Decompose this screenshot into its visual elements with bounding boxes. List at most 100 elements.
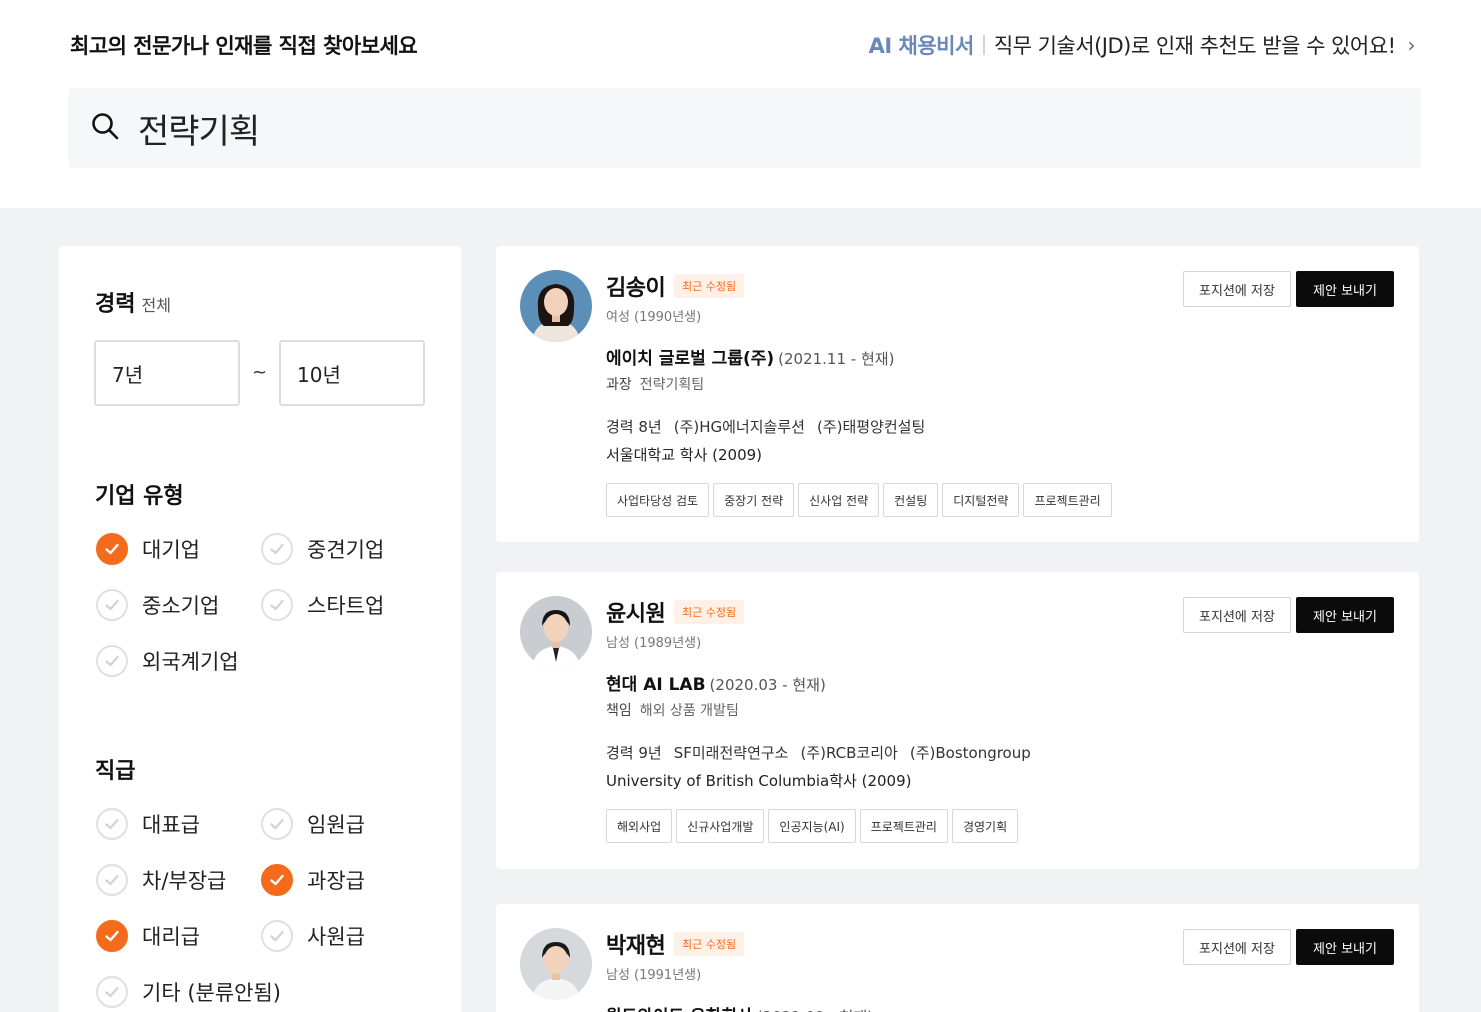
send-offer-button[interactable]: 제안 보내기	[1296, 271, 1394, 307]
avatar	[520, 928, 592, 1000]
filter-option[interactable]: 중소기업	[96, 589, 219, 621]
unchecked-circle-icon[interactable]	[96, 589, 128, 621]
career-summary: 경력 8년 (주)HG에너지솔루션 (주)태평양컨설팅	[606, 416, 949, 437]
filter-option-label: 사원급	[307, 925, 365, 949]
skill-tag: 프로젝트관리	[1023, 483, 1112, 517]
filter-option[interactable]: 사원급	[261, 920, 365, 952]
candidate-card[interactable]: 윤시원 최근 수정됨 남성 (1989년생) 포지션에 저장 제안 보내기 현대 AI L…	[496, 572, 1419, 869]
unchecked-circle-icon[interactable]	[261, 808, 293, 840]
career-years: 경력 8년	[606, 418, 662, 436]
filter-option[interactable]: 대기업	[96, 533, 200, 565]
search-icon	[90, 111, 120, 145]
department: 전략기획팀	[639, 377, 705, 393]
filter-option-label: 과장급	[307, 869, 365, 893]
recently-updated-badge: 최근 수정됨	[674, 932, 745, 956]
experience-sub: 전체	[141, 296, 171, 315]
avatar	[520, 270, 592, 342]
candidate-gender-birth: 여성 (1990년생)	[606, 310, 702, 325]
divider	[982, 35, 985, 55]
filter-option-label: 스타트업	[307, 594, 385, 618]
unchecked-circle-icon[interactable]	[261, 920, 293, 952]
skill-tag: 인공지능(AI)	[768, 809, 856, 843]
skill-tag: 신규사업개발	[676, 809, 765, 843]
filter-option[interactable]: 과장급	[261, 864, 365, 896]
avatar	[520, 596, 592, 668]
company-name: 월드와이드 유한회사	[606, 1007, 753, 1012]
ai-recruiter-link[interactable]: AI 채용비서 직무 기술서(JD)로 인재 추천도 받을 수 있어요! ›	[868, 30, 1416, 60]
send-offer-button[interactable]: 제안 보내기	[1296, 597, 1394, 633]
filter-option[interactable]: 중견기업	[261, 533, 384, 565]
current-company: 에이치 글로벌 그룹(주) (2021.11 - 현재)	[606, 344, 894, 369]
job-role: 과장 전략기획팀	[606, 374, 704, 394]
filter-option[interactable]: 스타트업	[261, 589, 384, 621]
department: 해외 상품 개발팀	[639, 703, 739, 719]
unchecked-circle-icon[interactable]	[96, 645, 128, 677]
filter-option[interactable]: 대표급	[96, 808, 200, 840]
previous-company: (주)RCB코리아	[800, 744, 898, 762]
filter-option[interactable]: 대리급	[96, 920, 200, 952]
candidate-name[interactable]: 윤시원	[606, 596, 666, 628]
previous-company: (주)Bostongroup	[909, 744, 1031, 762]
filter-option[interactable]: 기타 (분류안됨)	[96, 976, 281, 1008]
filter-option-label: 대리급	[142, 925, 200, 949]
skill-tag: 경영기획	[951, 809, 1019, 843]
education: 서울대학교 학사 (2009)	[606, 446, 763, 464]
skill-tag: 사업타당성 검토	[606, 483, 710, 517]
previous-company: (주)태평양컨설팅	[816, 418, 926, 436]
checked-circle-icon[interactable]	[96, 920, 128, 952]
skill-tags: 해외사업 신규사업개발 인공지능(AI) 프로젝트관리 경영기획	[606, 809, 1022, 843]
experience-filter-title: 경력 전체	[95, 286, 171, 318]
experience-min-input[interactable]: 7년	[94, 340, 240, 406]
skill-tag: 디지털전략	[942, 483, 1020, 517]
save-to-position-button[interactable]: 포지션에 저장	[1183, 597, 1291, 633]
unchecked-circle-icon[interactable]	[96, 808, 128, 840]
send-offer-button[interactable]: 제안 보내기	[1296, 929, 1394, 965]
employment-period: (2021.09 - 현재)	[757, 1008, 873, 1012]
filter-option[interactable]: 차/부장급	[96, 864, 226, 896]
save-to-position-button[interactable]: 포지션에 저장	[1183, 929, 1291, 965]
filter-option-label: 대기업	[142, 538, 200, 562]
filter-option-label: 차/부장급	[142, 869, 227, 893]
filter-sidebar: 경력 전체 7년 ~ 10년 기업 유형 대기업 중견기업 중소기업 스타트업 외국계기업…	[59, 246, 461, 1012]
career-summary: 경력 9년 SF미래전략연구소 (주)RCB코리아 (주)Bostongroup	[606, 742, 1043, 763]
company-name: 에이치 글로벌 그룹(주)	[606, 349, 775, 369]
career-years: 경력 9년	[606, 744, 662, 762]
position-title: 직급	[95, 759, 136, 784]
unchecked-circle-icon[interactable]	[96, 864, 128, 896]
skill-tag: 중장기 전략	[713, 483, 795, 517]
candidate-card[interactable]: 김송이 최근 수정됨여성 (1990년생) 포지션에 저장 제안 보내기에이치 글로벌…	[496, 246, 1419, 542]
recently-updated-badge: 최근 수정됨	[674, 274, 745, 298]
unchecked-circle-icon[interactable]	[261, 533, 293, 565]
filter-option-label: 임원급	[307, 813, 365, 837]
ai-recruiter-label: AI 채용비서	[868, 34, 975, 58]
filter-option-label: 대표급	[142, 813, 200, 837]
candidate-name[interactable]: 김송이	[606, 270, 666, 302]
experience-max-input[interactable]: 10년	[279, 340, 425, 406]
filter-option[interactable]: 외국계기업	[96, 645, 239, 677]
filter-option-label: 중소기업	[142, 594, 220, 618]
employment-period: (2020.03 - 현재)	[709, 676, 826, 694]
filter-option-label: 기타 (분류안됨)	[142, 981, 281, 1005]
unchecked-circle-icon[interactable]	[96, 976, 128, 1008]
checked-circle-icon[interactable]	[261, 864, 293, 896]
skill-tag: 신사업 전략	[798, 483, 880, 517]
candidate-card[interactable]: 박재현 최근 수정됨남성 (1991년생) 포지션에 저장제안 보내기월드와이드 유…	[496, 904, 1419, 1012]
skill-tag: 프로젝트관리	[859, 809, 948, 843]
job-title: 책임	[606, 703, 632, 719]
top-header: 최고의 전문가나 인재를 직접 찾아보세요 AI 채용비서 직무 기술서(JD)…	[0, 0, 1481, 208]
search-bar[interactable]: 전략기획	[68, 88, 1421, 168]
current-company: 월드와이드 유한회사 (2021.09 - 현재)	[606, 1002, 873, 1012]
candidate-name[interactable]: 박재현	[606, 928, 666, 960]
page-headline: 최고의 전문가나 인재를 직접 찾아보세요	[70, 34, 418, 58]
search-input[interactable]: 전략기획	[138, 104, 260, 153]
education: University of British Columbia학사 (2009)	[606, 772, 912, 790]
chevron-right-icon: ›	[1407, 33, 1416, 57]
checked-circle-icon[interactable]	[96, 533, 128, 565]
company-name: 현대 AI LAB	[606, 675, 706, 695]
unchecked-circle-icon[interactable]	[261, 589, 293, 621]
job-title: 과장	[606, 377, 632, 393]
candidate-gender-birth: 남성 (1989년생)	[606, 636, 702, 651]
employment-period: (2021.11 - 현재)	[778, 350, 895, 368]
save-to-position-button[interactable]: 포지션에 저장	[1183, 271, 1291, 307]
filter-option[interactable]: 임원급	[261, 808, 365, 840]
